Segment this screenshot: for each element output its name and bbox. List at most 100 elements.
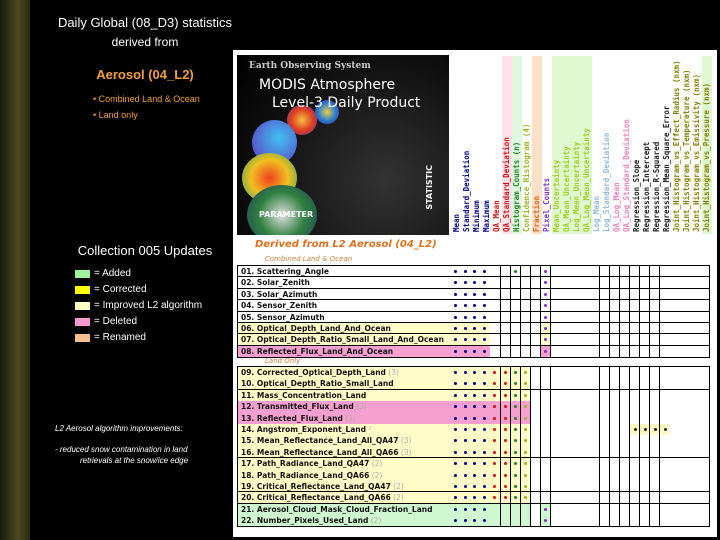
row-name: 07. Optical_Depth_Ratio_Small_Land_And_O… (238, 334, 451, 345)
stat-cell (479, 435, 490, 447)
availability-dot (473, 450, 477, 454)
stat-cell (639, 288, 649, 300)
stat-cell (689, 312, 699, 322)
stat-cell (589, 367, 599, 378)
availability-dot (544, 519, 548, 523)
legend-label: = Renamed (94, 332, 146, 343)
stat-cell (509, 469, 520, 481)
table-row: 10. Optical_Depth_Ratio_Small_Land (238, 378, 709, 390)
stat-cell (639, 401, 649, 413)
stat-cell (649, 266, 659, 277)
stat-cell (639, 446, 649, 458)
legend-label: = Deleted (94, 316, 138, 327)
stat-cell (579, 447, 589, 457)
stat-cell (639, 266, 649, 277)
stat-cell (539, 435, 550, 447)
stat-cell (649, 480, 659, 492)
availability-dot (524, 484, 528, 488)
stat-cell (460, 345, 470, 358)
stat-cell (560, 447, 570, 457)
stat-cell (649, 469, 659, 481)
availability-dot (544, 338, 548, 342)
availability-dot (463, 496, 467, 500)
stat-cell (699, 401, 709, 412)
stat-cell (499, 492, 510, 503)
stat-cell (639, 412, 649, 424)
row-name-label: 11. Mass_Concentration_Land (241, 390, 367, 400)
stat-cell (499, 469, 510, 481)
stat-cell (629, 378, 639, 389)
stat-cell (470, 277, 480, 287)
stat-cell (579, 390, 589, 401)
stat-cell (549, 288, 560, 300)
stat-cell (679, 346, 689, 357)
stat-cell (599, 288, 609, 300)
stat-cell (629, 277, 639, 288)
stat-cell (560, 424, 570, 435)
availability-dot (524, 462, 528, 466)
legend-item: = Corrected (75, 284, 147, 295)
availability-dot (453, 281, 457, 285)
stat-cell (479, 515, 490, 527)
stat-cell (599, 446, 609, 458)
availability-dot (463, 450, 467, 454)
availability-dot (493, 462, 497, 466)
stat-cell (669, 435, 679, 446)
availability-dot (493, 496, 497, 500)
column-header: QA_Mean_Uncertainty (562, 56, 572, 234)
stat-cell (679, 289, 689, 299)
stat-cell (539, 378, 550, 389)
stat-cell (639, 367, 649, 379)
stat-cell (560, 401, 570, 412)
stat-cell (539, 480, 550, 492)
row-name: 17. Path_Radiance_Land_QA47 (2) (238, 458, 451, 470)
availability-dot (504, 371, 508, 374)
stat-cell (699, 323, 709, 333)
stat-cell (589, 413, 599, 424)
stat-cell (489, 458, 500, 470)
stat-cell (570, 334, 580, 344)
row-name-label: 18. Path_Radiance_Land_QA66 (241, 470, 370, 480)
section-label-combined: Combined Land & Ocean (265, 255, 353, 263)
stat-cell (689, 401, 699, 412)
row-note: (2) (368, 516, 382, 526)
row-name-label: 12. Transmitted_Flux_Land (241, 402, 354, 412)
stat-cell (570, 424, 580, 435)
stat-cell (479, 378, 490, 389)
stat-cell (489, 412, 500, 424)
stat-cell (629, 446, 639, 458)
availability-dot (463, 281, 467, 285)
availability-dot (463, 416, 467, 420)
stat-cell (529, 435, 540, 447)
stat-cell (479, 412, 490, 424)
availability-dot (473, 304, 477, 308)
stat-cell (579, 334, 589, 344)
stat-cell (519, 334, 530, 345)
stat-cell (679, 312, 689, 322)
stat-cell (529, 378, 540, 389)
stat-cell (699, 413, 709, 424)
stat-cell (489, 503, 500, 516)
row-name-label: 14. Angstrom_Exponent_Land (241, 424, 367, 434)
stat-cell (629, 334, 639, 345)
stat-cell (609, 480, 619, 492)
page-subtitle: derived from (111, 35, 179, 49)
bullet-label: Combined Land & Ocean (98, 94, 200, 104)
stat-cell (639, 311, 649, 322)
stat-cell (619, 345, 629, 358)
availability-dot (504, 405, 508, 409)
stat-cell (689, 390, 699, 401)
column-header: Regression_Intercept (642, 141, 651, 232)
stat-cell (639, 277, 649, 288)
stat-cell (519, 300, 530, 311)
stat-cell (609, 446, 619, 458)
table-land: 09. Corrected_Optical_Depth_Land (3) 10. … (237, 366, 710, 528)
stat-cell (689, 515, 699, 526)
stat-cell (599, 469, 609, 481)
stat-cell (460, 389, 470, 402)
stat-cell (689, 447, 699, 457)
stat-cell (669, 277, 679, 287)
row-name: 16. Mean_Reflectance_Land_All_QA66 (3) (238, 446, 451, 458)
stat-cell (699, 504, 709, 515)
stat-cell (669, 492, 679, 502)
